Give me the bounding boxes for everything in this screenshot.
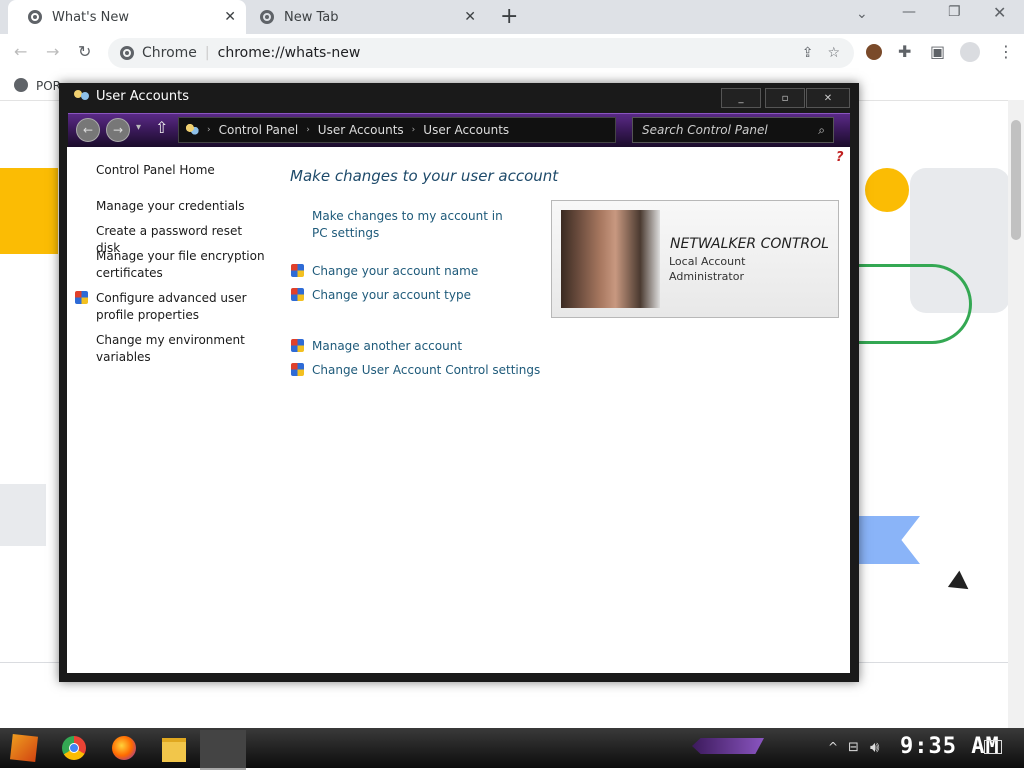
forward-button[interactable]: → (106, 118, 130, 142)
forward-icon[interactable]: → (46, 42, 59, 61)
chevron-right-icon: › (207, 125, 211, 135)
breadcrumb-item[interactable]: Control Panel (219, 123, 299, 137)
uac-shield-icon (291, 288, 304, 301)
url-text: chrome://whats-new (217, 45, 361, 61)
bookmark-icon (14, 78, 28, 92)
page-heading: Make changes to your user account (290, 167, 559, 185)
divider: | (204, 45, 210, 61)
minimize-icon[interactable]: — (902, 4, 916, 20)
users-icon (74, 88, 90, 104)
chevron-up-icon[interactable]: ^ (828, 740, 838, 754)
notifications-icon[interactable] (984, 740, 1002, 754)
tab-search-icon[interactable]: ⌄ (856, 6, 868, 22)
chevron-right-icon: › (306, 125, 310, 135)
mouse-cursor (947, 570, 975, 598)
back-icon[interactable]: ← (14, 42, 27, 61)
back-button[interactable]: ← (76, 118, 100, 142)
decorative-line (858, 264, 972, 344)
change-account-name-link[interactable]: Change your account name (312, 263, 478, 280)
account-icon[interactable] (960, 42, 980, 62)
uac-settings-link[interactable]: Change User Account Control settings (312, 362, 540, 379)
address-bar[interactable]: Chrome | chrome://whats-new ⇪ ☆ (108, 38, 854, 68)
recent-pages-icon[interactable]: ▾ (136, 122, 141, 133)
menu-icon[interactable]: ⋮ (998, 42, 1014, 61)
manage-another-account-link[interactable]: Manage another account (312, 338, 462, 355)
chrome-icon (260, 10, 274, 24)
sidebar-link-profile-properties[interactable]: Configure advanced user profile properti… (96, 290, 266, 324)
uac-shield-icon (291, 264, 304, 277)
uac-shield-icon (75, 291, 88, 304)
sidebar-link-credentials[interactable]: Manage your credentials (96, 198, 266, 215)
help-icon[interactable]: ? (836, 150, 844, 165)
account-type: Local Account (669, 255, 746, 268)
tab-title: What's New (52, 9, 129, 25)
minimize-button[interactable]: _ (721, 88, 761, 108)
reload-icon[interactable]: ↻ (78, 42, 91, 61)
tab-whats-new[interactable]: What's New ✕ (8, 0, 246, 34)
network-icon[interactable]: ⊟ (848, 740, 859, 755)
chrome-taskbar-icon[interactable] (62, 736, 86, 760)
site-label: Chrome (142, 45, 197, 61)
extensions-icon[interactable]: ✚ (898, 42, 911, 61)
decorative-shape (0, 168, 58, 254)
browser-tab-strip: What's New ✕ New Tab ✕ + ⌄ — ❐ ✕ (0, 0, 1024, 34)
restore-icon[interactable]: ❐ (948, 4, 961, 20)
close-icon[interactable]: ✕ (224, 9, 236, 25)
search-input[interactable]: Search Control Panel ⌕ (632, 117, 834, 143)
change-account-type-link[interactable]: Change your account type (312, 287, 471, 304)
breadcrumb-item[interactable]: User Accounts (318, 123, 404, 137)
decorative-circle (865, 168, 909, 212)
uac-shield-icon (291, 339, 304, 352)
decorative-shape (0, 484, 46, 546)
close-button[interactable]: ✕ (806, 88, 850, 108)
decorative-ribbon (858, 516, 920, 564)
sidebar-link-environment-variables[interactable]: Change my environment variables (96, 332, 266, 366)
window-title: User Accounts (96, 89, 190, 104)
close-window-icon[interactable]: ✕ (993, 3, 1006, 22)
side-panel-icon[interactable]: ▣ (930, 42, 945, 61)
breadcrumb[interactable]: › Control Panel › User Accounts › User A… (178, 117, 616, 143)
control-panel-taskbar-button[interactable] (200, 730, 246, 770)
bookmark-label[interactable]: POR (36, 79, 61, 93)
scrollbar[interactable] (1008, 100, 1024, 728)
search-icon[interactable]: ⌕ (818, 123, 825, 138)
share-icon[interactable]: ⇪ (802, 45, 814, 61)
sidebar-link-encryption[interactable]: Manage your file encryption certificates (96, 248, 266, 282)
volume-icon[interactable]: 🔊︎ (870, 738, 879, 756)
maximize-button[interactable]: ▫ (765, 88, 805, 108)
new-tab-button[interactable]: + (500, 4, 518, 29)
user-photo (561, 210, 660, 308)
up-icon[interactable]: ⇧ (155, 118, 168, 137)
start-button[interactable] (10, 734, 38, 762)
bookmark-star-icon[interactable]: ☆ (827, 45, 840, 61)
tab-new-tab[interactable]: New Tab ✕ (246, 0, 486, 34)
search-placeholder: Search Control Panel (642, 123, 768, 137)
firefox-taskbar-icon[interactable] (112, 736, 136, 760)
taskbar-decoration (692, 738, 764, 754)
tab-title: New Tab (284, 9, 339, 25)
chevron-right-icon: › (411, 125, 416, 135)
file-explorer-icon[interactable] (162, 738, 186, 762)
close-icon[interactable]: ✕ (464, 9, 476, 25)
profile-avatar-icon[interactable] (866, 44, 882, 60)
chrome-icon (120, 46, 134, 60)
scrollbar-thumb[interactable] (1011, 120, 1021, 240)
account-name: NETWALKER CONTROL (670, 236, 829, 252)
pc-settings-link[interactable]: Make changes to my account in PC setting… (312, 208, 512, 242)
account-role: Administrator (669, 270, 744, 283)
users-icon (185, 123, 199, 137)
control-panel-home-link[interactable]: Control Panel Home (96, 162, 266, 179)
uac-shield-icon (291, 363, 304, 376)
breadcrumb-item[interactable]: User Accounts (423, 123, 509, 137)
chrome-icon (28, 10, 42, 24)
